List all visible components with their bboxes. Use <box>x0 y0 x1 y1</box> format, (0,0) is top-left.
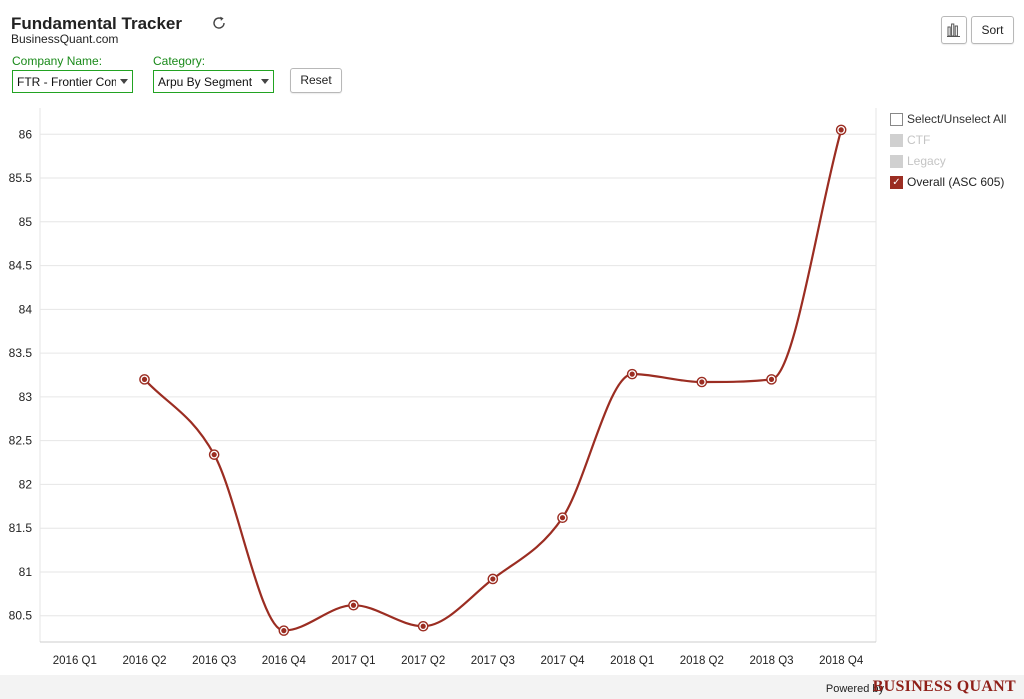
x-tick-label: 2017 Q3 <box>471 655 515 667</box>
x-tick-label: 2016 Q4 <box>262 655 307 667</box>
checkbox-icon <box>890 134 903 147</box>
legend-select-all[interactable]: Select/Unselect All <box>890 112 1020 133</box>
checkbox-icon <box>890 155 903 168</box>
checkbox-icon <box>890 113 903 126</box>
x-tick-label: 2017 Q1 <box>331 655 375 667</box>
x-tick-label: 2018 Q1 <box>610 655 654 667</box>
data-point-core <box>768 376 775 382</box>
chart-type-button[interactable] <box>941 16 967 44</box>
data-point-core <box>350 602 357 608</box>
legend-item-legacy[interactable]: Legacy <box>890 154 1020 175</box>
y-tick-label: 81.5 <box>9 521 33 535</box>
chevron-down-icon <box>261 79 269 84</box>
footer: Powered by BUSINESS QUANT <box>0 675 1024 699</box>
y-tick-label: 81 <box>19 565 33 579</box>
legend-item-ctf[interactable]: CTF <box>890 133 1020 154</box>
x-tick-label: 2018 Q3 <box>749 655 793 667</box>
x-tick-label: 2016 Q1 <box>53 655 97 667</box>
reset-button[interactable]: Reset <box>290 68 342 93</box>
data-point-core <box>420 623 426 629</box>
legend-select-all-label: Select/Unselect All <box>907 112 1007 126</box>
x-tick-label: 2017 Q4 <box>540 655 585 667</box>
chevron-down-icon <box>120 79 128 84</box>
series-line <box>143 129 843 632</box>
data-point-core <box>490 576 496 582</box>
x-tick-label: 2016 Q3 <box>192 655 236 667</box>
data-point-core <box>141 376 148 382</box>
category-label: Category: <box>153 54 206 68</box>
y-tick-label: 80.5 <box>9 609 33 623</box>
company-label: Company Name: <box>12 54 103 68</box>
data-point-core <box>699 379 705 385</box>
line-chart: 80.5 81 81.5 82 82.5 83 83.5 84 84.5 85 85.5 86 2016… <box>9 108 877 667</box>
y-tick-label: 82 <box>19 477 33 491</box>
data-point-core <box>281 628 287 634</box>
data-point-core <box>838 127 844 133</box>
data-point-core <box>629 371 635 377</box>
legend-item-label: Overall (ASC 605) <box>907 175 1005 189</box>
y-tick-label: 83 <box>19 390 33 404</box>
company-select[interactable]: FTR - Frontier Communications <box>12 70 133 93</box>
legend-item-label: CTF <box>907 133 931 147</box>
refresh-icon[interactable] <box>210 14 228 32</box>
y-tick-label: 84.5 <box>9 259 33 273</box>
checkmark-icon: ✓ <box>890 176 903 189</box>
data-point-core <box>211 452 217 458</box>
legend-item-overall[interactable]: ✓ Overall (ASC 605) <box>890 175 1020 196</box>
y-tick-label: 83.5 <box>9 346 33 360</box>
app-subtitle: BusinessQuant.com <box>11 32 119 46</box>
bar-chart-icon <box>947 23 960 37</box>
x-tick-label: 2016 Q2 <box>122 655 166 667</box>
brand-logo[interactable]: BUSINESS QUANT <box>873 678 1016 696</box>
legend: Select/Unselect All CTF Legacy ✓ Overall… <box>890 112 1020 196</box>
legend-item-label: Legacy <box>907 154 946 168</box>
category-select-value: Arpu By Segment <box>158 75 253 89</box>
y-tick-label: 82.5 <box>9 434 33 448</box>
y-tick-label: 85.5 <box>9 171 33 185</box>
x-tick-label: 2017 Q2 <box>401 655 445 667</box>
company-select-value: FTR - Frontier Communications <box>17 75 116 89</box>
y-tick-label: 85 <box>19 215 33 229</box>
x-tick-label: 2018 Q4 <box>819 655 864 667</box>
category-select[interactable]: Arpu By Segment <box>153 70 274 93</box>
sort-button[interactable]: Sort <box>971 16 1014 44</box>
data-point-core <box>559 515 566 521</box>
y-tick-label: 84 <box>19 302 33 316</box>
app-title: Fundamental Tracker <box>11 14 183 33</box>
x-tick-label: 2018 Q2 <box>680 655 724 667</box>
y-tick-label: 86 <box>19 127 33 141</box>
